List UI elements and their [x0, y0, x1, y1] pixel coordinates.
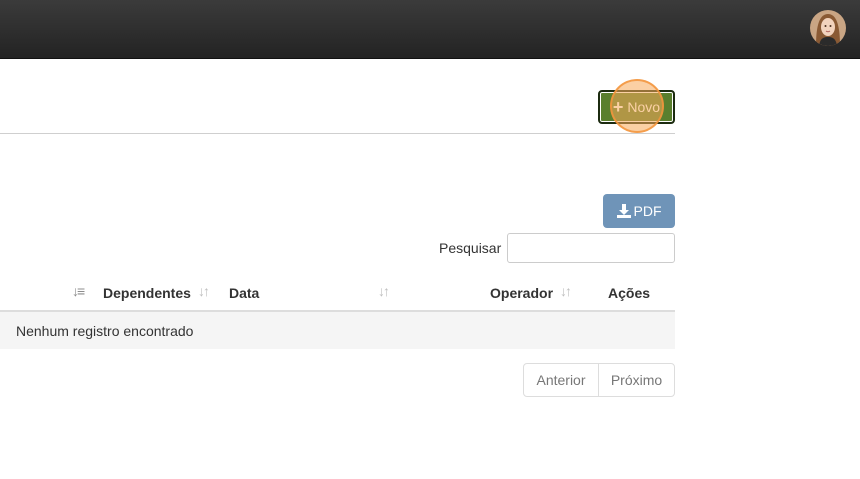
- column-header-data[interactable]: Data: [229, 285, 259, 301]
- header-divider: [0, 133, 675, 134]
- plus-icon: +: [612, 97, 624, 117]
- avatar-icon: [810, 10, 846, 46]
- sort-desc-icon[interactable]: ↓≡: [72, 283, 85, 299]
- column-header-acoes: Ações: [608, 285, 651, 301]
- sort-both-icon[interactable]: ↓↑: [560, 283, 572, 299]
- pdf-export-button[interactable]: PDF: [603, 194, 675, 228]
- empty-message: Nenhum registro encontrado: [16, 323, 194, 339]
- sort-both-icon[interactable]: ↓↑: [198, 283, 210, 299]
- sort-both-icon[interactable]: ↓↑: [378, 283, 390, 299]
- download-icon: [616, 204, 631, 218]
- pdf-button-label: PDF: [633, 203, 662, 219]
- column-header-dependentes[interactable]: Dependentes: [103, 285, 191, 301]
- search-label: Pesquisar: [439, 240, 502, 256]
- user-avatar[interactable]: [810, 10, 846, 46]
- pagination-previous-button[interactable]: Anterior: [524, 364, 599, 396]
- top-navbar: [0, 0, 860, 59]
- table-row-empty: Nenhum registro encontrado: [0, 312, 675, 349]
- new-button-label: Novo: [627, 99, 661, 115]
- column-header-operador[interactable]: Operador: [490, 285, 553, 301]
- pagination-next-button[interactable]: Próximo: [599, 364, 674, 396]
- pagination: Anterior Próximo: [523, 363, 675, 397]
- search-input[interactable]: [507, 233, 675, 263]
- new-button[interactable]: + Novo: [598, 90, 675, 124]
